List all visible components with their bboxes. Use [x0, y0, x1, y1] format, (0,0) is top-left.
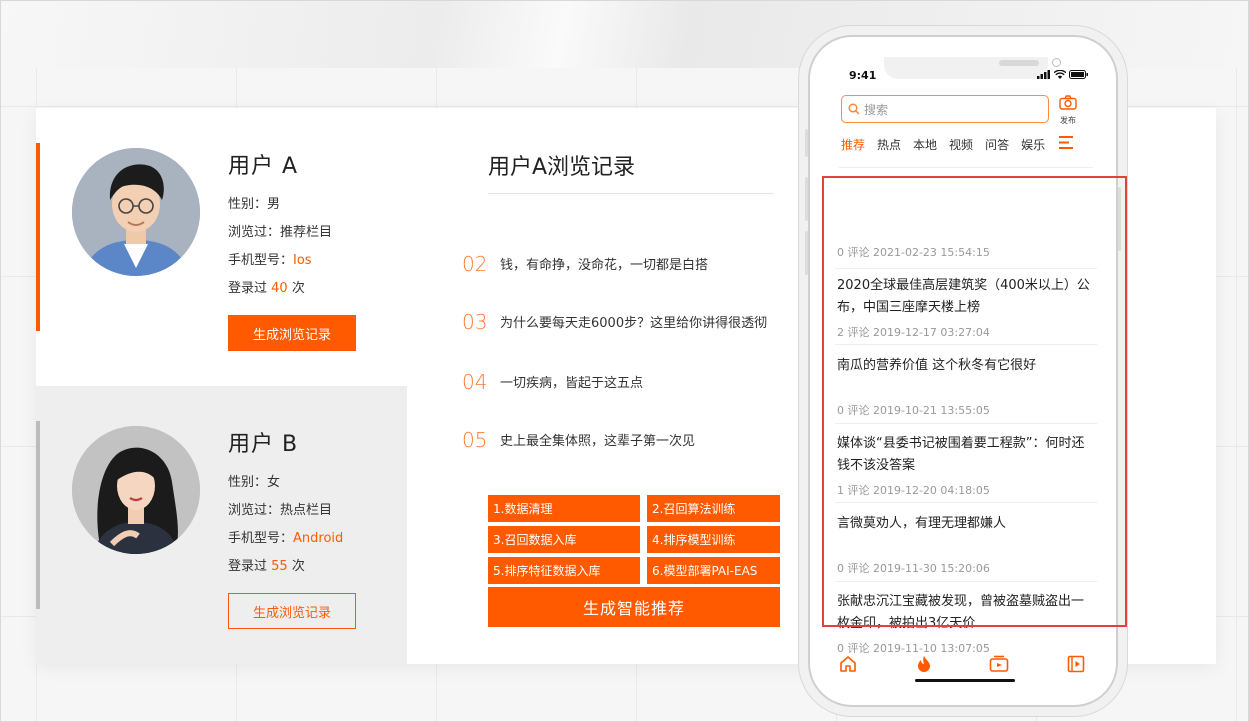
phone-mute-switch: [805, 129, 808, 157]
selected-indicator: [36, 143, 40, 331]
user-b-name: 用户 B: [228, 432, 299, 457]
status-time: 9:41: [849, 69, 877, 82]
phone-notch: [884, 57, 1061, 79]
feed-highlight-box: [822, 176, 1127, 627]
search-icon: [848, 103, 860, 115]
history-item-number: 05: [462, 428, 488, 452]
user-a-name: 用户 A: [228, 154, 299, 179]
signal-icon: [1037, 70, 1050, 79]
search-input[interactable]: 搜索: [841, 95, 1049, 123]
user-b-panel[interactable]: 用户 B 性别：女 浏览过：热点栏目 手机型号：Android 登录过 55 次…: [36, 386, 407, 664]
tabs-divider: [839, 167, 1093, 168]
tab-hot[interactable]: 热点: [877, 136, 901, 153]
history-title: 用户A浏览记录: [488, 155, 636, 180]
user-b-avatar: [72, 426, 200, 554]
movie-icon[interactable]: [1067, 655, 1085, 673]
history-item-number: 04: [462, 370, 488, 394]
history-item-text: 钱，有命挣，没命花，一切都是白搭: [500, 258, 709, 273]
history-item-number: 02: [462, 252, 488, 276]
publish-label: 发布: [1060, 116, 1076, 125]
step-data-cleaning-button[interactable]: 1.数据清理: [488, 495, 640, 522]
tab-local[interactable]: 本地: [913, 136, 937, 153]
user-a-panel[interactable]: 用户 A 性别：男 浏览过：推荐栏目 手机型号：Ios 登录过 40 次 生成浏…: [36, 108, 407, 386]
user-a-login-count: 登录过 40 次: [228, 281, 305, 296]
user-b-phone-model: 手机型号：Android: [228, 531, 344, 546]
tab-qa[interactable]: 问答: [985, 136, 1009, 153]
unselected-indicator: [36, 421, 40, 609]
history-item-text: 一切疾病，皆起于这五点: [500, 376, 644, 391]
camera-icon: [1059, 95, 1077, 110]
history-item-text: 史上最全集体照，这辈子第一次见: [500, 434, 696, 449]
user-a-generate-history-button[interactable]: 生成浏览记录: [228, 315, 356, 351]
tab-entertainment[interactable]: 娱乐: [1021, 136, 1045, 153]
step-recall-storage-button[interactable]: 3.召回数据入库: [488, 526, 640, 553]
hot-icon[interactable]: [917, 655, 931, 673]
camera-icon: [1052, 58, 1061, 67]
status-icons: [1037, 70, 1089, 79]
user-a-avatar: [72, 148, 200, 276]
phone-volume-down: [805, 231, 808, 275]
speaker-icon: [999, 60, 1039, 66]
tab-video[interactable]: 视频: [949, 136, 973, 153]
publish-button[interactable]: 发布: [1057, 95, 1079, 126]
bottom-nav: [829, 643, 1103, 679]
history-item-number: 03: [462, 310, 488, 334]
step-rank-training-button[interactable]: 4.排序模型训练: [647, 526, 780, 553]
home-icon[interactable]: [839, 655, 857, 673]
home-indicator: [915, 679, 1015, 682]
video-icon[interactable]: [989, 655, 1009, 673]
history-item-text: 为什么要每天走6000步？这里给你讲得很透彻: [500, 316, 768, 331]
category-tabs: 推荐 热点 本地 视频 问答 娱乐: [841, 136, 1057, 153]
step-recall-training-button[interactable]: 2.召回算法训练: [647, 495, 780, 522]
generate-smart-recommendation-button[interactable]: 生成智能推荐: [488, 587, 780, 627]
step-model-deploy-button[interactable]: 6.模型部署PAI-EAS: [647, 557, 780, 584]
history-divider: [488, 193, 774, 194]
user-a-browsed: 浏览过：推荐栏目: [228, 225, 333, 240]
user-b-login-count: 登录过 55 次: [228, 559, 305, 574]
battery-icon: [1069, 70, 1088, 79]
step-rank-features-button[interactable]: 5.排序特征数据入库: [488, 557, 640, 584]
menu-icon[interactable]: [1059, 136, 1073, 149]
user-b-browsed: 浏览过：热点栏目: [228, 503, 333, 518]
phone-volume-up: [805, 177, 808, 221]
search-placeholder: 搜索: [864, 102, 889, 117]
user-a-gender: 性别：男: [228, 197, 281, 212]
wifi-icon: [1054, 70, 1066, 79]
user-b-generate-history-button[interactable]: 生成浏览记录: [228, 593, 356, 629]
user-b-gender: 性别：女: [228, 475, 281, 490]
tab-recommend[interactable]: 推荐: [841, 136, 865, 153]
user-a-phone-model: 手机型号：Ios: [228, 253, 312, 268]
